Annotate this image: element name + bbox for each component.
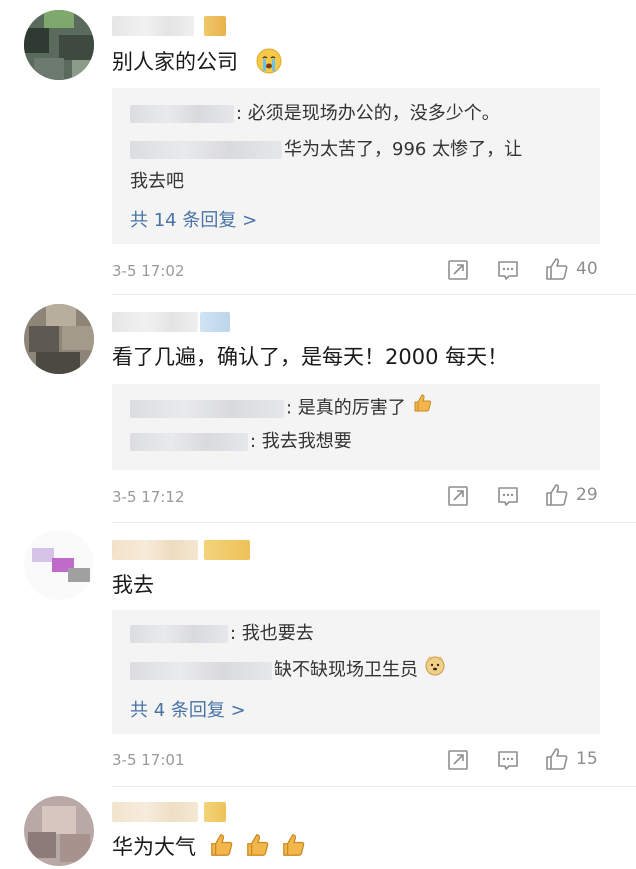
username-blurred[interactable] xyxy=(112,540,198,560)
comment-button[interactable] xyxy=(496,258,520,282)
view-more-replies-link[interactable]: 共 14 条回复 > xyxy=(130,206,257,232)
avatar[interactable] xyxy=(24,10,94,80)
comment-timestamp: 3-5 17:12 xyxy=(112,488,185,506)
comment-button[interactable] xyxy=(496,484,520,508)
reply-username-blurred[interactable] xyxy=(130,625,228,643)
share-button[interactable] xyxy=(446,258,470,282)
avatar[interactable] xyxy=(24,530,94,600)
thumbs-up-icon xyxy=(546,748,568,770)
username-blurred[interactable] xyxy=(112,802,198,822)
avatar[interactable] xyxy=(24,796,94,866)
like-count: 29 xyxy=(576,485,598,505)
reply-box[interactable]: : 我也要去 缺不缺现场卫生员 共 4 条回复 > xyxy=(112,610,600,734)
share-icon xyxy=(448,750,468,770)
divider xyxy=(112,294,636,295)
view-more-replies-link[interactable]: 共 4 条回复 > xyxy=(130,696,246,722)
thumbs-up-emoji-group xyxy=(208,831,308,859)
reply-username-blurred[interactable] xyxy=(130,399,284,418)
comment-icon xyxy=(498,261,518,280)
reply-2[interactable]: : 我去我想要 xyxy=(130,426,352,458)
reply-2[interactable]: 缺不缺现场卫生员 xyxy=(130,654,446,687)
user-badge xyxy=(204,802,226,822)
like-button[interactable]: 29 xyxy=(544,482,598,508)
reply-1[interactable]: : 是真的厉害了 xyxy=(130,392,434,425)
share-icon xyxy=(448,260,468,280)
reply-2[interactable]: 华为太苦了，996 太惨了，让 xyxy=(130,134,522,166)
share-button[interactable] xyxy=(446,484,470,508)
thumbs-up-emoji xyxy=(283,834,305,856)
crying-emoji xyxy=(256,48,282,78)
like-button[interactable]: 15 xyxy=(544,746,598,772)
thumbs-up-emoji xyxy=(247,834,269,856)
like-button[interactable]: 40 xyxy=(544,256,598,282)
reply-username-blurred[interactable] xyxy=(130,105,234,123)
comment-icon xyxy=(498,487,518,506)
divider xyxy=(112,786,636,787)
share-icon xyxy=(448,486,468,506)
thumbs-up-icon xyxy=(546,258,568,280)
reply-username-blurred[interactable] xyxy=(130,141,282,159)
doge-emoji xyxy=(424,654,446,687)
thumbs-up-emoji xyxy=(412,392,434,425)
username-blurred[interactable] xyxy=(112,16,194,36)
username-blurred[interactable] xyxy=(112,312,198,332)
reply-2-cont: 我去吧 xyxy=(130,171,184,192)
like-count: 15 xyxy=(576,749,598,769)
reply-box[interactable]: : 是真的厉害了 : 我去我想要 xyxy=(112,384,600,470)
user-badge xyxy=(200,312,230,332)
share-button[interactable] xyxy=(446,748,470,772)
thumbs-up-icon xyxy=(546,484,568,506)
user-badge xyxy=(204,16,226,36)
reply-username-blurred[interactable] xyxy=(130,661,272,680)
comment-text: 别人家的公司 xyxy=(112,50,238,74)
reply-username-blurred[interactable] xyxy=(130,433,248,451)
avatar[interactable] xyxy=(24,304,94,374)
like-count: 40 xyxy=(576,259,598,279)
comment-text: 看了几遍，确认了，是每天！2000 每天！ xyxy=(112,345,509,369)
thumbs-up-emoji xyxy=(211,834,233,856)
reply-1[interactable]: : 我也要去 xyxy=(130,618,314,650)
user-badge xyxy=(204,540,250,560)
comment-text: 我去 xyxy=(112,573,154,597)
reply-1[interactable]: : 必须是现场办公的，没多少个。 xyxy=(130,98,500,130)
divider xyxy=(112,522,636,523)
comment-text: 华为大气 xyxy=(112,835,196,859)
comment-button[interactable] xyxy=(496,748,520,772)
reply-box[interactable]: : 必须是现场办公的，没多少个。 华为太苦了，996 太惨了，让 我去吧 共 1… xyxy=(112,88,600,244)
comment-timestamp: 3-5 17:01 xyxy=(112,751,185,769)
comment-icon xyxy=(498,751,518,770)
comment-timestamp: 3-5 17:02 xyxy=(112,262,185,280)
